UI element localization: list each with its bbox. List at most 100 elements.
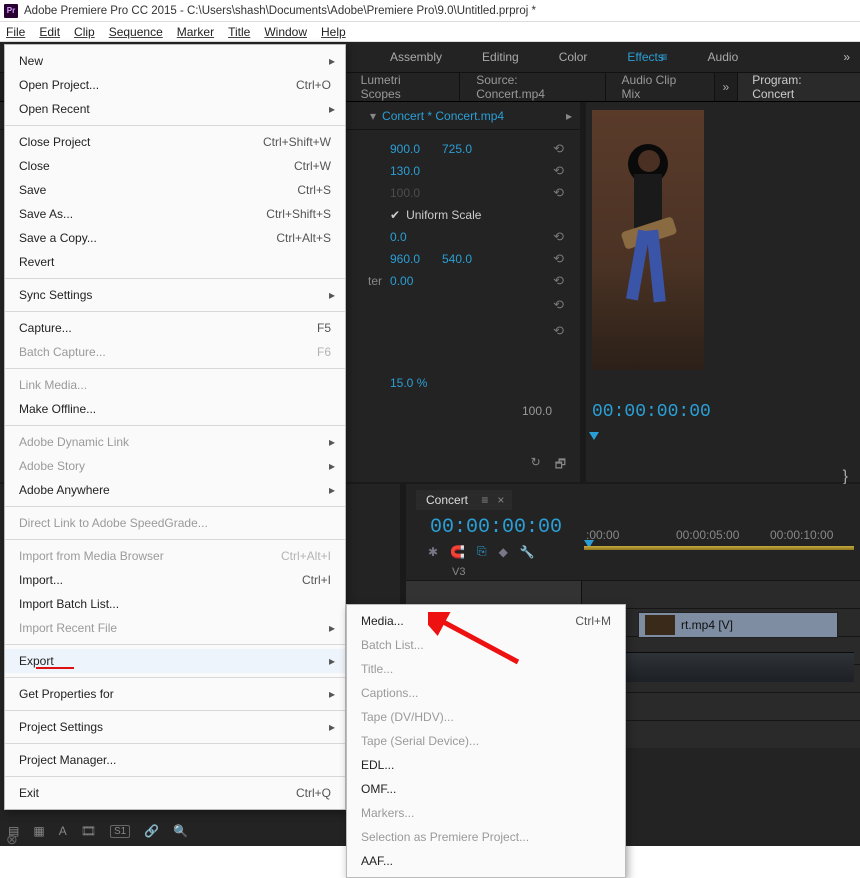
- export-menu-item[interactable]: EDL...: [347, 753, 625, 777]
- reset-icon[interactable]: ⟲: [553, 323, 564, 339]
- chevron-down-icon[interactable]: ▾: [370, 109, 376, 123]
- search-icon[interactable]: 🔍: [173, 824, 188, 838]
- menu-help[interactable]: Help: [321, 25, 346, 39]
- hamburger-icon[interactable]: ≡: [654, 50, 668, 64]
- reset-icon[interactable]: ⟲: [553, 185, 564, 201]
- menu-clip[interactable]: Clip: [74, 25, 95, 39]
- file-menu-item: Link Media...: [5, 373, 345, 397]
- shortcut-label: Ctrl+W: [294, 159, 331, 173]
- snap-icon[interactable]: ✱: [428, 545, 438, 559]
- menu-sequence[interactable]: Sequence: [109, 25, 163, 39]
- panel-menu-icon[interactable]: ≡: [481, 493, 488, 507]
- file-menu-item[interactable]: Import...Ctrl+I: [5, 568, 345, 592]
- menu-window[interactable]: Window: [264, 25, 307, 39]
- ws-tab-effects[interactable]: Effects ≡: [607, 42, 687, 72]
- file-menu-item[interactable]: Save a Copy...Ctrl+Alt+S: [5, 226, 345, 250]
- file-menu-item[interactable]: Revert: [5, 250, 345, 274]
- efc-value[interactable]: 725.0: [442, 142, 494, 156]
- export-menu-item[interactable]: Media...Ctrl+M: [347, 609, 625, 633]
- file-menu-item[interactable]: CloseCtrl+W: [5, 154, 345, 178]
- file-menu-item[interactable]: Close ProjectCtrl+Shift+W: [5, 130, 345, 154]
- ws-tab-audio[interactable]: Audio: [688, 42, 759, 72]
- efc-value[interactable]: 900.0: [390, 142, 442, 156]
- file-menu-item[interactable]: SaveCtrl+S: [5, 178, 345, 202]
- file-menu-item: Import Recent File▸: [5, 616, 345, 640]
- link-icon[interactable]: 🔗: [144, 824, 159, 838]
- file-menu-item[interactable]: Open Project...Ctrl+O: [5, 73, 345, 97]
- wrench-icon[interactable]: 🔧: [520, 545, 535, 559]
- file-menu-item[interactable]: Sync Settings▸: [5, 283, 345, 307]
- timeline-timecode[interactable]: 00:00:00:00: [430, 516, 562, 539]
- menu-item-label: Import Recent File: [19, 621, 117, 635]
- file-menu-item[interactable]: Save As...Ctrl+Shift+S: [5, 202, 345, 226]
- export-menu-item[interactable]: OMF...: [347, 777, 625, 801]
- timeline-ruler[interactable]: :00:00 00:00:05:00 00:00:10:00: [584, 526, 854, 546]
- overflow-chevron-icon[interactable]: »: [843, 50, 850, 64]
- loop-icon[interactable]: ↻: [531, 455, 541, 476]
- timeline-clip[interactable]: rt.mp4 [V]: [638, 612, 838, 638]
- program-timecode[interactable]: 00:00:00:00: [592, 402, 711, 422]
- efc-suffix: ter: [368, 274, 382, 288]
- work-area-bar[interactable]: [584, 546, 854, 550]
- reset-icon[interactable]: ⟲: [553, 297, 564, 313]
- file-menu-item[interactable]: Capture...F5: [5, 316, 345, 340]
- efc-value[interactable]: 960.0: [390, 252, 442, 266]
- efc-clip-name[interactable]: Concert * Concert.mp4: [382, 109, 504, 123]
- reset-icon[interactable]: ⟲: [553, 229, 564, 245]
- efc-value[interactable]: 0.00: [390, 274, 442, 288]
- play-icon[interactable]: ▸: [566, 109, 572, 123]
- file-menu-item[interactable]: Get Properties for▸: [5, 682, 345, 706]
- menu-item-label: Project Settings: [19, 720, 103, 734]
- file-menu-item[interactable]: Project Settings▸: [5, 715, 345, 739]
- program-ruler[interactable]: [586, 430, 860, 450]
- playhead-icon[interactable]: [589, 432, 599, 440]
- project-toolbar: ▤ ▦ A 🎞 S1 🔗 🔍: [8, 824, 188, 838]
- linked-selection-icon[interactable]: ⎘: [477, 544, 487, 559]
- panel-tab-audiomix[interactable]: Audio Clip Mix: [606, 73, 715, 101]
- efc-percent[interactable]: 15.0 %: [390, 376, 442, 390]
- file-menu-item[interactable]: ExitCtrl+Q: [5, 781, 345, 805]
- efc-value[interactable]: 540.0: [442, 252, 494, 266]
- s1-badge[interactable]: S1: [110, 825, 130, 838]
- checkbox-icon[interactable]: ✔: [390, 208, 400, 222]
- reset-icon[interactable]: ⟲: [553, 141, 564, 157]
- font-icon[interactable]: A: [59, 824, 67, 838]
- file-menu-item[interactable]: Open Recent▸: [5, 97, 345, 121]
- file-menu-item[interactable]: Adobe Anywhere▸: [5, 478, 345, 502]
- file-menu-item[interactable]: Export▸: [5, 649, 345, 673]
- file-menu-item[interactable]: Import Batch List...: [5, 592, 345, 616]
- panel-tab-program[interactable]: Program: Concert: [737, 73, 860, 101]
- timeline-tab[interactable]: × Concert ≡: [416, 490, 512, 510]
- file-menu-item[interactable]: Project Manager...: [5, 748, 345, 772]
- panel-overflow-icon[interactable]: »: [715, 73, 738, 101]
- reset-icon[interactable]: ⟲: [553, 163, 564, 179]
- film-icon[interactable]: 🎞: [81, 824, 96, 838]
- ws-tab-assembly[interactable]: Assembly: [370, 42, 462, 72]
- file-menu-item[interactable]: New▸: [5, 49, 345, 73]
- close-icon[interactable]: ×: [497, 493, 504, 507]
- ws-tab-editing[interactable]: Editing: [462, 42, 539, 72]
- menu-marker[interactable]: Marker: [177, 25, 214, 39]
- efc-value[interactable]: 0.0: [390, 230, 442, 244]
- tile-view-icon[interactable]: ▦: [33, 824, 44, 838]
- menu-edit[interactable]: Edit: [39, 25, 60, 39]
- menu-file[interactable]: File: [6, 25, 25, 39]
- efc-value[interactable]: 130.0: [390, 164, 442, 178]
- file-menu-item[interactable]: Make Offline...: [5, 397, 345, 421]
- creative-cloud-icon[interactable]: ⊗: [6, 831, 18, 848]
- export-menu-item[interactable]: AAF...: [347, 849, 625, 873]
- program-monitor[interactable]: [592, 110, 704, 370]
- menu-item-label: Sync Settings: [19, 288, 92, 302]
- marker-icon[interactable]: ◆: [499, 545, 508, 559]
- reset-icon[interactable]: ⟲: [553, 273, 564, 289]
- menu-item-label: Open Recent: [19, 102, 90, 116]
- menu-title[interactable]: Title: [228, 25, 250, 39]
- panel-tab-source[interactable]: Source: Concert.mp4: [460, 73, 605, 101]
- track-label[interactable]: V3: [452, 566, 465, 578]
- export-icon[interactable]: 🗗: [555, 455, 566, 476]
- export-submenu: Media...Ctrl+MBatch List...Title...Capti…: [346, 604, 626, 878]
- magnet-icon[interactable]: 🧲: [450, 545, 465, 559]
- ws-tab-color[interactable]: Color: [539, 42, 608, 72]
- reset-icon[interactable]: ⟲: [553, 251, 564, 267]
- panel-tab-lumetri[interactable]: Lumetri Scopes: [345, 73, 461, 101]
